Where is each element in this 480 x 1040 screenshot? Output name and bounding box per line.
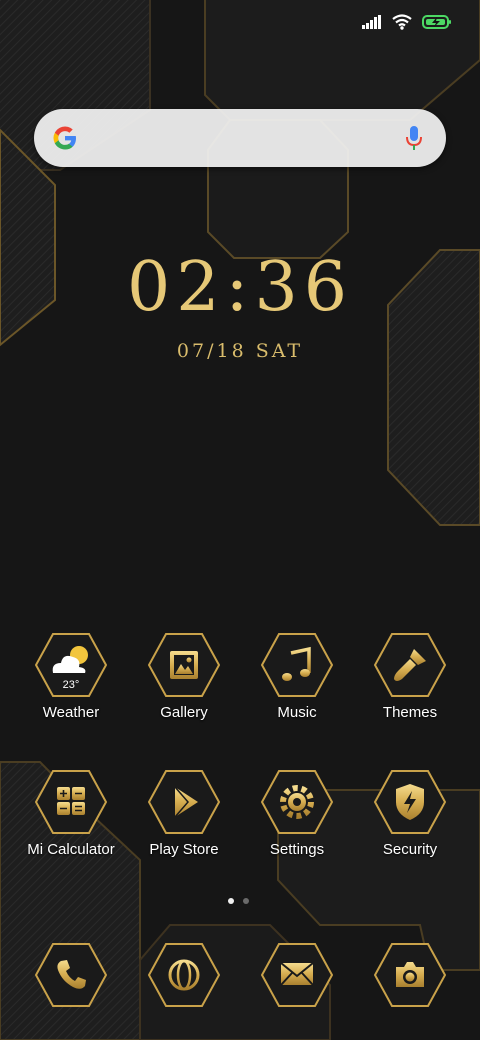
gear-icon [261, 770, 333, 834]
app-play-store[interactable]: Play Store [128, 770, 240, 858]
play-store-icon [148, 770, 220, 834]
app-label: Mi Calculator [27, 841, 115, 858]
clock-date[interactable]: 07/18 SAT [0, 340, 480, 362]
messages-envelope-icon [261, 943, 333, 1007]
dock-phone[interactable] [15, 943, 127, 1007]
status-bar [362, 10, 452, 34]
signal-bars-icon [362, 15, 381, 29]
weather-cloud-sun-icon: 23° [35, 633, 107, 697]
page-indicator [228, 898, 249, 904]
google-logo-icon [53, 126, 76, 150]
dock-browser[interactable] [128, 943, 240, 1007]
app-themes[interactable]: Themes [354, 633, 466, 721]
music-note-icon [261, 633, 333, 697]
app-label: Play Store [149, 841, 219, 858]
app-label: Weather [42, 704, 100, 721]
app-weather[interactable]: 23° Weather [15, 633, 127, 721]
wifi-icon [392, 14, 412, 30]
microphone-icon[interactable] [404, 124, 424, 152]
app-security[interactable]: Security [354, 770, 466, 858]
phone-icon [35, 943, 107, 1007]
google-search-bar[interactable] [34, 109, 446, 167]
app-settings[interactable]: Settings [241, 770, 353, 858]
app-music[interactable]: Music [241, 633, 353, 721]
app-label: Gallery [160, 704, 208, 721]
clock-time[interactable]: 02:36 [0, 250, 480, 326]
gallery-image-icon [148, 633, 220, 697]
calculator-icon [35, 770, 107, 834]
paintbrush-icon [374, 633, 446, 697]
app-label: Security [382, 841, 438, 858]
app-label: Music [277, 704, 317, 721]
weather-temp-badge: 23° [63, 679, 80, 691]
battery-charging-icon [422, 15, 451, 29]
camera-icon [374, 943, 446, 1007]
app-label: Settings [269, 841, 325, 858]
app-gallery[interactable]: Gallery [128, 633, 240, 721]
dock-camera[interactable] [354, 943, 466, 1007]
browser-globe-icon [148, 943, 220, 1007]
page-dot[interactable] [243, 898, 249, 904]
shield-bolt-icon [374, 770, 446, 834]
app-label: Themes [382, 704, 438, 721]
page-dot-current[interactable] [228, 898, 234, 904]
dock-messages[interactable] [241, 943, 353, 1007]
app-mi-calculator[interactable]: Mi Calculator [15, 770, 127, 858]
